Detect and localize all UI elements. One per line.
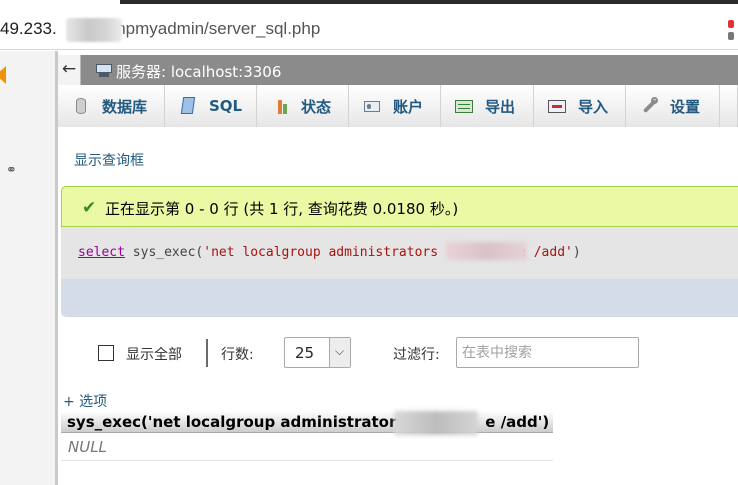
import-icon [548, 97, 566, 115]
tab-label: 状态 [301, 97, 332, 116]
browser-extension-icons[interactable] [728, 20, 734, 42]
sql-redaction-blur [445, 242, 527, 260]
options-toggle-link[interactable]: + 选项 [63, 391, 107, 411]
server-breadcrumb-label[interactable]: 服务器: localhost:3306 [116, 61, 281, 82]
sql-query-display[interactable]: select sys_exec('net localgroup administ… [61, 227, 738, 279]
export-icon [455, 97, 473, 115]
tab-export[interactable]: 导出 [441, 85, 534, 127]
result-cell-null[interactable]: NULL [68, 438, 107, 456]
wrench-icon [640, 97, 658, 115]
rows-count-value: 25 [295, 344, 315, 362]
tab-label: 导出 [485, 97, 516, 116]
url-redaction-blur [66, 18, 122, 42]
show-query-box-link[interactable]: 显示查询框 [74, 150, 144, 170]
show-all-checkbox[interactable] [98, 345, 114, 361]
status-chart-icon [271, 97, 289, 115]
user-card-icon [363, 97, 381, 115]
tab-label: 账户 [393, 97, 424, 116]
server-breadcrumb-bar: ← 服务器: localhost:3306 [58, 55, 738, 85]
column-header-redaction-blur [394, 411, 478, 435]
collapse-navigation-button[interactable]: ← [58, 55, 81, 85]
sql-keyword-select[interactable]: select [78, 245, 125, 260]
filter-rows-label: 过滤行: [393, 347, 440, 363]
top-menu-tabs: 数据库 SQL 状态 账户 导出 导入 设置 [58, 85, 738, 127]
tab-databases[interactable]: 数据库 [58, 85, 165, 127]
tab-more[interactable] [720, 85, 738, 127]
rows-count-select[interactable]: 25 ⌵ [284, 337, 351, 368]
select-dropdown-button[interactable]: ⌵ [329, 338, 350, 367]
filter-rows-input[interactable] [456, 337, 639, 368]
tab-settings[interactable]: 设置 [626, 85, 720, 127]
success-message: ✔ 正在显示第 0 - 0 行 (共 1 行, 查询花费 0.0180 秒。) [61, 186, 738, 227]
sql-string-start: 'net localgroup administrators [203, 245, 439, 260]
column-header-start: sys_exec('net localgroup administrators [67, 413, 406, 431]
url-text[interactable]: 49.233. phpmyadmin/server_sql.php [0, 19, 320, 39]
navigation-panel [0, 51, 55, 485]
table-row-divider [61, 460, 553, 461]
result-column-header[interactable]: sys_exec('net localgroup administrators e… [61, 411, 553, 433]
tab-label: 设置 [670, 97, 701, 116]
tab-label: 数据库 [102, 97, 148, 116]
tab-accounts[interactable]: 账户 [349, 85, 441, 127]
chevron-down-icon: ⌵ [335, 344, 345, 358]
column-header-end: e /add') [485, 413, 550, 431]
link-icon[interactable]: ⚭ [6, 163, 17, 178]
extension-red-icon[interactable] [728, 20, 734, 28]
address-bar[interactable]: 49.233. phpmyadmin/server_sql.php [0, 6, 738, 50]
tab-label: SQL [209, 97, 243, 115]
extension-gray-icon[interactable] [728, 32, 734, 40]
url-path: phpmyadmin/server_sql.php [106, 19, 321, 38]
database-icon [72, 97, 90, 115]
check-icon: ✔ [82, 198, 97, 218]
sql-icon [179, 97, 197, 115]
tab-sql[interactable]: SQL [165, 85, 257, 127]
url-host: 49.233. [0, 19, 57, 38]
success-message-text: 正在显示第 0 - 0 行 (共 1 行, 查询花费 0.0180 秒。) [105, 200, 459, 218]
tab-status[interactable]: 状态 [257, 85, 349, 127]
sql-function: sys_exec( [124, 245, 204, 260]
browser-tab-strip [120, 0, 738, 4]
tab-label: 导入 [578, 97, 609, 116]
sql-query-actions-bar [61, 279, 738, 317]
show-all-label[interactable]: 显示全部 [126, 344, 182, 364]
server-icon [96, 64, 112, 77]
tab-import[interactable]: 导入 [534, 85, 626, 127]
rows-count-label: 行数: [221, 347, 254, 363]
controls-divider [206, 339, 208, 367]
sql-close-paren: ) [572, 245, 581, 260]
